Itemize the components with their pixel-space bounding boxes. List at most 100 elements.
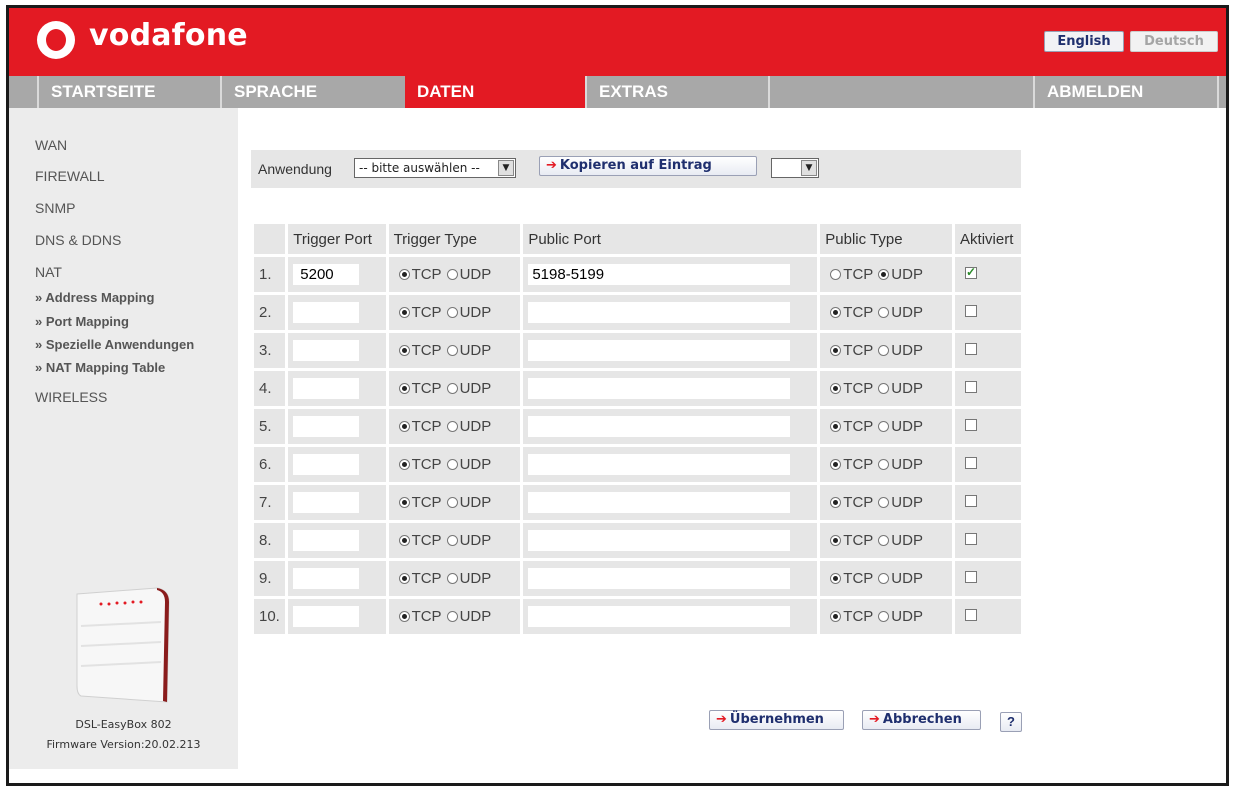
public-port-input[interactable] [528,378,791,399]
public-type-tcp-radio[interactable] [830,535,842,546]
trigger-type-tcp-radio[interactable] [398,535,410,546]
trigger-type-udp-radio[interactable] [446,269,458,280]
sidebar-item-wan[interactable]: WAN [35,137,67,153]
language-english-button[interactable]: English [1044,31,1124,52]
public-type-udp-radio[interactable] [878,611,890,622]
aktiviert-checkbox[interactable] [965,381,978,393]
table-header-trigger-type: Trigger Type [388,224,521,254]
sidebar-item-nat[interactable]: NAT [35,264,62,280]
public-type-udp-radio[interactable] [878,383,890,394]
public-type-tcp-radio[interactable] [830,459,842,470]
public-type-tcp-radio[interactable] [830,307,842,318]
trigger-type-tcp-radio[interactable] [398,497,410,508]
public-type-tcp-radio[interactable] [830,383,842,394]
public-port-input[interactable] [528,492,791,513]
public-type-tcp-label: TCP [843,532,874,549]
nav-abmelden[interactable]: ABMELDEN [1033,76,1217,108]
public-type-udp-radio[interactable] [878,459,890,470]
nav-sprache[interactable]: SPRACHE [220,76,405,108]
trigger-type-tcp-label: TCP [411,342,442,359]
sidebar-item-firewall[interactable]: FIREWALL [35,168,105,184]
trigger-port-input[interactable] [293,568,360,589]
aktiviert-checkbox[interactable] [965,495,978,507]
nav-startseite[interactable]: STARTSEITE [37,76,220,108]
aktiviert-checkbox[interactable] [965,533,978,545]
sidebar-sub-port-mapping[interactable]: » Port Mapping [35,314,129,329]
trigger-port-input[interactable] [293,606,360,627]
anwendung-select[interactable]: -- bitte auswählen -- ▼ [354,158,516,178]
trigger-port-input[interactable] [293,530,360,551]
aktiviert-cell [955,371,1021,406]
trigger-type-udp-radio[interactable] [446,497,458,508]
sidebar-sub-spezielle-anwendungen[interactable]: » Spezielle Anwendungen [35,337,194,352]
public-type-udp-radio[interactable] [878,573,890,584]
nav-daten[interactable]: DATEN [405,76,585,108]
trigger-port-input[interactable] [293,378,360,399]
trigger-port-input[interactable] [293,416,360,437]
public-type-udp-radio[interactable] [878,497,890,508]
apply-button[interactable]: ➔ Übernehmen [709,710,844,730]
cancel-button[interactable]: ➔ Abbrechen [862,710,981,730]
trigger-port-input[interactable] [293,302,360,323]
language-deutsch-button[interactable]: Deutsch [1130,31,1218,52]
sidebar-item-dns[interactable]: DNS & DDNS [35,232,121,248]
aktiviert-checkbox[interactable] [965,609,978,621]
public-type-tcp-radio[interactable] [830,421,842,432]
trigger-type-cell: TCP UDP [388,599,521,634]
public-type-udp-radio[interactable] [878,307,890,318]
trigger-type-udp-radio[interactable] [446,345,458,356]
trigger-type-tcp-radio[interactable] [398,459,410,470]
public-type-udp-radio[interactable] [878,345,890,356]
trigger-port-input[interactable] [293,454,360,475]
trigger-type-udp-radio[interactable] [446,383,458,394]
copy-to-entry-button[interactable]: ➔ Kopieren auf Eintrag [539,156,757,176]
public-type-tcp-radio[interactable] [830,269,842,280]
trigger-type-tcp-radio[interactable] [398,307,410,318]
trigger-type-tcp-radio[interactable] [398,383,410,394]
public-port-input[interactable] [528,606,791,627]
trigger-type-udp-radio[interactable] [446,459,458,470]
public-type-tcp-radio[interactable] [830,573,842,584]
sidebar-item-snmp[interactable]: SNMP [35,200,75,216]
public-port-input[interactable] [528,454,791,475]
trigger-type-cell: TCP UDP [388,447,521,482]
sidebar-sub-address-mapping[interactable]: » Address Mapping [35,290,154,305]
public-port-input[interactable] [528,340,791,361]
trigger-type-udp-radio[interactable] [446,611,458,622]
public-port-input[interactable] [528,416,791,437]
public-port-input[interactable]: 5198-5199 [528,264,791,285]
public-type-tcp-radio[interactable] [830,497,842,508]
sidebar-item-wireless[interactable]: WIRELESS [35,389,107,405]
aktiviert-cell [955,561,1021,596]
trigger-type-tcp-radio[interactable] [398,345,410,356]
aktiviert-checkbox[interactable] [965,305,978,317]
sidebar-sub-nat-mapping-table[interactable]: » NAT Mapping Table [35,360,165,375]
trigger-type-udp-radio[interactable] [446,421,458,432]
trigger-type-tcp-radio[interactable] [398,269,410,280]
aktiviert-checkbox[interactable] [965,571,978,583]
trigger-port-input[interactable] [293,340,360,361]
aktiviert-checkbox[interactable] [965,419,978,431]
public-port-input[interactable] [528,302,791,323]
trigger-type-tcp-radio[interactable] [398,611,410,622]
entry-select[interactable]: ▼ [771,158,819,178]
aktiviert-checkbox[interactable] [965,343,978,355]
public-type-tcp-radio[interactable] [830,345,842,356]
nav-extras[interactable]: EXTRAS [585,76,768,108]
trigger-port-input[interactable] [293,492,360,513]
public-type-udp-radio[interactable] [878,421,890,432]
trigger-type-udp-radio[interactable] [446,307,458,318]
aktiviert-checkbox[interactable] [965,457,978,469]
public-type-udp-radio[interactable] [878,535,890,546]
public-port-input[interactable] [528,568,791,589]
trigger-type-udp-radio[interactable] [446,535,458,546]
trigger-port-input[interactable]: 5200 [293,264,360,285]
public-type-tcp-radio[interactable] [830,611,842,622]
public-type-udp-radio[interactable] [878,269,890,280]
trigger-type-udp-radio[interactable] [446,573,458,584]
trigger-type-tcp-radio[interactable] [398,573,410,584]
trigger-type-tcp-radio[interactable] [398,421,410,432]
public-port-input[interactable] [528,530,791,551]
aktiviert-checkbox[interactable] [965,265,978,279]
help-button[interactable]: ? [1000,712,1022,732]
